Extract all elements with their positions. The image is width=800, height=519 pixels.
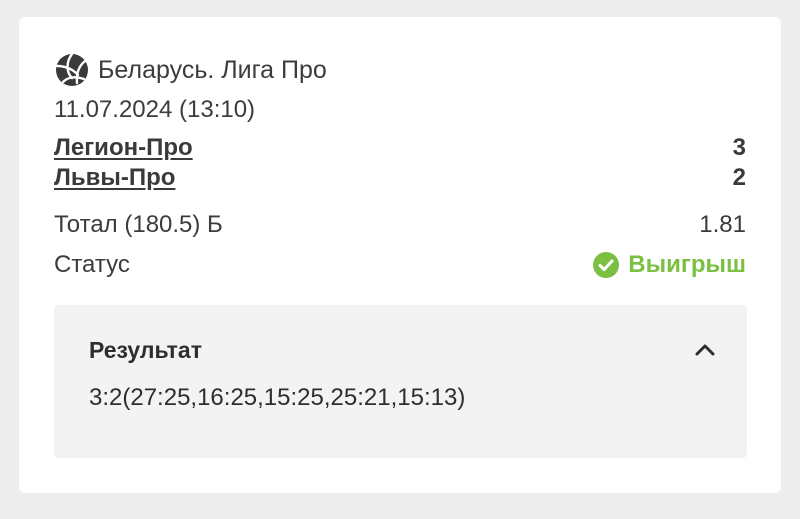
status-row: Статус Выигрыш [54, 249, 746, 281]
team-home-link[interactable]: Легион-Про [54, 134, 193, 162]
team-row-away: Львы-Про 2 [54, 163, 746, 193]
result-toggle[interactable]: Результат [89, 335, 717, 365]
bet-odds: 1.81 [699, 211, 746, 238]
bet-card: Беларусь. Лига Про 11.07.2024 (13:10) Ле… [19, 17, 781, 493]
check-circle-icon [592, 251, 620, 279]
status-badge: Выигрыш [592, 251, 746, 279]
league-name: Беларусь. Лига Про [98, 55, 327, 84]
bet-row: Тотал (180.5) Б 1.81 [54, 209, 746, 241]
result-score-detail: 3:2(27:25,16:25,15:25,25:21,15:13) [89, 384, 466, 411]
team-row-home: Легион-Про 3 [54, 133, 746, 163]
team-away-score: 2 [732, 164, 746, 191]
chevron-up-icon[interactable] [693, 338, 717, 362]
match-date: 11.07.2024 (13:10) [54, 96, 256, 123]
team-away-link[interactable]: Львы-Про [54, 164, 175, 192]
league-header: Беларусь. Лига Про [54, 52, 327, 88]
status-label: Статус [54, 251, 130, 278]
team-home-score: 3 [732, 134, 746, 161]
result-panel: Результат 3:2(27:25,16:25,15:25,25:21,15… [54, 305, 747, 458]
result-title: Результат [89, 336, 202, 363]
bet-selection: Тотал (180.5) Б [54, 211, 223, 238]
status-value: Выигрыш [628, 251, 746, 278]
volleyball-icon [54, 52, 90, 88]
